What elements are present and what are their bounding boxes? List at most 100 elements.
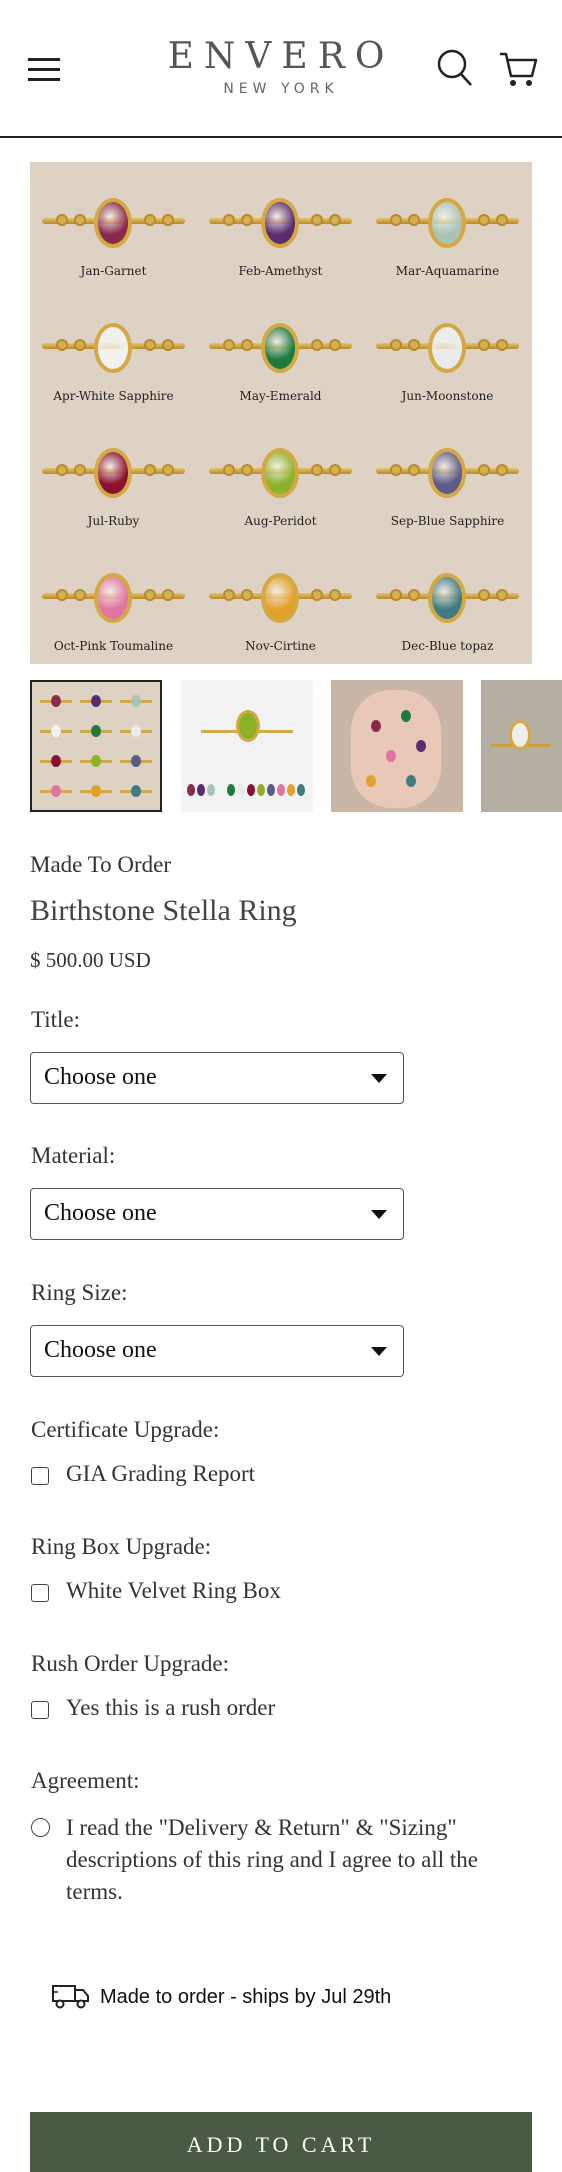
rush-order-checkbox[interactable] [31, 1701, 49, 1719]
ring-accent-diamond [74, 339, 86, 351]
mini-gemstone [91, 785, 101, 797]
birthstone-label: Jan-Garnet [80, 264, 147, 278]
ring-accent-diamond [408, 339, 420, 351]
loose-gemstone [207, 784, 215, 796]
ring-box-upgrade-label: Ring Box Upgrade: [31, 1534, 212, 1559]
material-select[interactable]: Choose one [30, 1188, 404, 1240]
ring-accent-diamond [478, 339, 490, 351]
loose-gemstone [197, 784, 205, 796]
ring-accent-diamond [390, 339, 402, 351]
mini-gemstone [91, 755, 101, 767]
birthstone-label: Apr-White Sapphire [53, 389, 174, 403]
add-to-cart-button[interactable]: ADD TO CART [30, 2112, 532, 2172]
mini-gemstone [51, 755, 61, 767]
ring-accent-diamond [496, 464, 508, 476]
loose-gemstone [267, 784, 275, 796]
birthstone-ring: Apr-White Sapphire [30, 287, 197, 412]
ring-size-select-value: Choose one [44, 1337, 157, 1363]
thumbnail-moonstone-ring[interactable] [481, 680, 562, 812]
ring-accent-diamond [56, 464, 68, 476]
ring-accent-diamond [223, 464, 235, 476]
cart-icon[interactable] [498, 50, 538, 93]
ring-accent-diamond [496, 214, 508, 226]
mini-gemstone [51, 725, 61, 737]
ring-box-checkbox[interactable] [31, 1584, 49, 1602]
product-price: $ 500.00 USD [30, 948, 151, 972]
birthstone-label: Mar-Aquamarine [395, 264, 500, 278]
ring-accent-diamond [329, 589, 341, 601]
gemstone [94, 323, 132, 373]
gemstone [94, 198, 132, 248]
gemstone [428, 448, 466, 498]
ring-accent-diamond [478, 589, 490, 601]
ring-accent-diamond [144, 589, 156, 601]
thumbnail-birthstone-grid[interactable] [30, 680, 162, 812]
product-main-image[interactable]: Jan-Garnet Feb-Amethyst Mar-Aquamarine Apr-… [30, 162, 532, 664]
ring-accent-diamond [408, 464, 420, 476]
ring-accent-diamond [56, 214, 68, 226]
agreement-text[interactable]: I read the "Delivery & Return" & "Sizing… [66, 1812, 526, 1908]
mini-gemstone [131, 695, 141, 707]
loose-gemstone [277, 784, 285, 796]
ring-accent-diamond [241, 464, 253, 476]
ring-accent-diamond [329, 214, 341, 226]
gemstone [428, 573, 466, 623]
ring-accent-diamond [311, 589, 323, 601]
ring-accent-diamond [241, 214, 253, 226]
ring-accent-diamond [311, 464, 323, 476]
material-select-value: Choose one [44, 1200, 157, 1226]
gemstone [261, 323, 299, 373]
gia-report-checkbox[interactable] [31, 1467, 49, 1485]
birthstone-label: Sep-Blue Sapphire [390, 514, 505, 528]
birthstone-ring: Nov-Cirtine [197, 537, 364, 662]
mini-gemstone [131, 725, 141, 737]
birthstone-ring: Jul-Ruby [30, 412, 197, 537]
ring-accent-diamond [329, 339, 341, 351]
certificate-upgrade-label: Certificate Upgrade: [31, 1417, 220, 1442]
search-icon[interactable] [436, 48, 474, 93]
ring-accent-diamond [162, 214, 174, 226]
gemstone [428, 323, 466, 373]
birthstone-label: Jun-Moonstone [401, 389, 494, 403]
gia-report-option-label[interactable]: GIA Grading Report [66, 1461, 255, 1487]
shipping-note: Made to order - ships by Jul 29th [100, 1986, 392, 2008]
gemstone [94, 573, 132, 623]
ring-accent-diamond [144, 339, 156, 351]
loose-gemstone [297, 784, 305, 796]
title-option-label: Title: [31, 1007, 81, 1032]
loose-gemstone [227, 784, 235, 796]
thumbnail-peridot-ring[interactable] [181, 680, 313, 812]
gemstone [94, 448, 132, 498]
ring-size-select[interactable]: Choose one [30, 1325, 404, 1377]
ring-box-option-label[interactable]: White Velvet Ring Box [66, 1578, 281, 1604]
ring-accent-diamond [144, 464, 156, 476]
ring-accent-diamond [408, 214, 420, 226]
title-select-value: Choose one [44, 1064, 157, 1090]
agreement-radio[interactable] [31, 1818, 50, 1837]
ring-accent-diamond [329, 464, 341, 476]
ring-size-option-label: Ring Size: [31, 1280, 128, 1305]
mini-gemstone [51, 695, 61, 707]
product-title: Birthstone Stella Ring [30, 894, 297, 927]
birthstone-ring: Oct-Pink Toumaline [30, 537, 197, 662]
birthstone-ring: May-Emerald [197, 287, 364, 412]
logo[interactable]: ENVERO NEW YORK [0, 36, 562, 97]
dropdown-caret-icon [371, 1210, 387, 1219]
birthstone-label: Nov-Cirtine [245, 639, 316, 653]
rush-order-upgrade-label: Rush Order Upgrade: [31, 1651, 230, 1676]
ring-accent-diamond [496, 589, 508, 601]
title-select[interactable]: Choose one [30, 1052, 404, 1104]
loose-gemstone [187, 784, 195, 796]
gemstone [261, 573, 299, 623]
birthstone-ring: Jun-Moonstone [364, 287, 531, 412]
add-to-cart-label: ADD TO CART [186, 2132, 376, 2157]
birthstone-ring: Mar-Aquamarine [364, 162, 531, 287]
thumbnail-hand-wearing-rings[interactable] [331, 680, 463, 812]
birthstone-label: May-Emerald [239, 389, 322, 403]
rush-order-option-label[interactable]: Yes this is a rush order [66, 1695, 275, 1721]
dropdown-caret-icon [371, 1347, 387, 1356]
ring-accent-diamond [56, 589, 68, 601]
ring-accent-diamond [496, 339, 508, 351]
gemstone [261, 448, 299, 498]
gemstone [261, 198, 299, 248]
